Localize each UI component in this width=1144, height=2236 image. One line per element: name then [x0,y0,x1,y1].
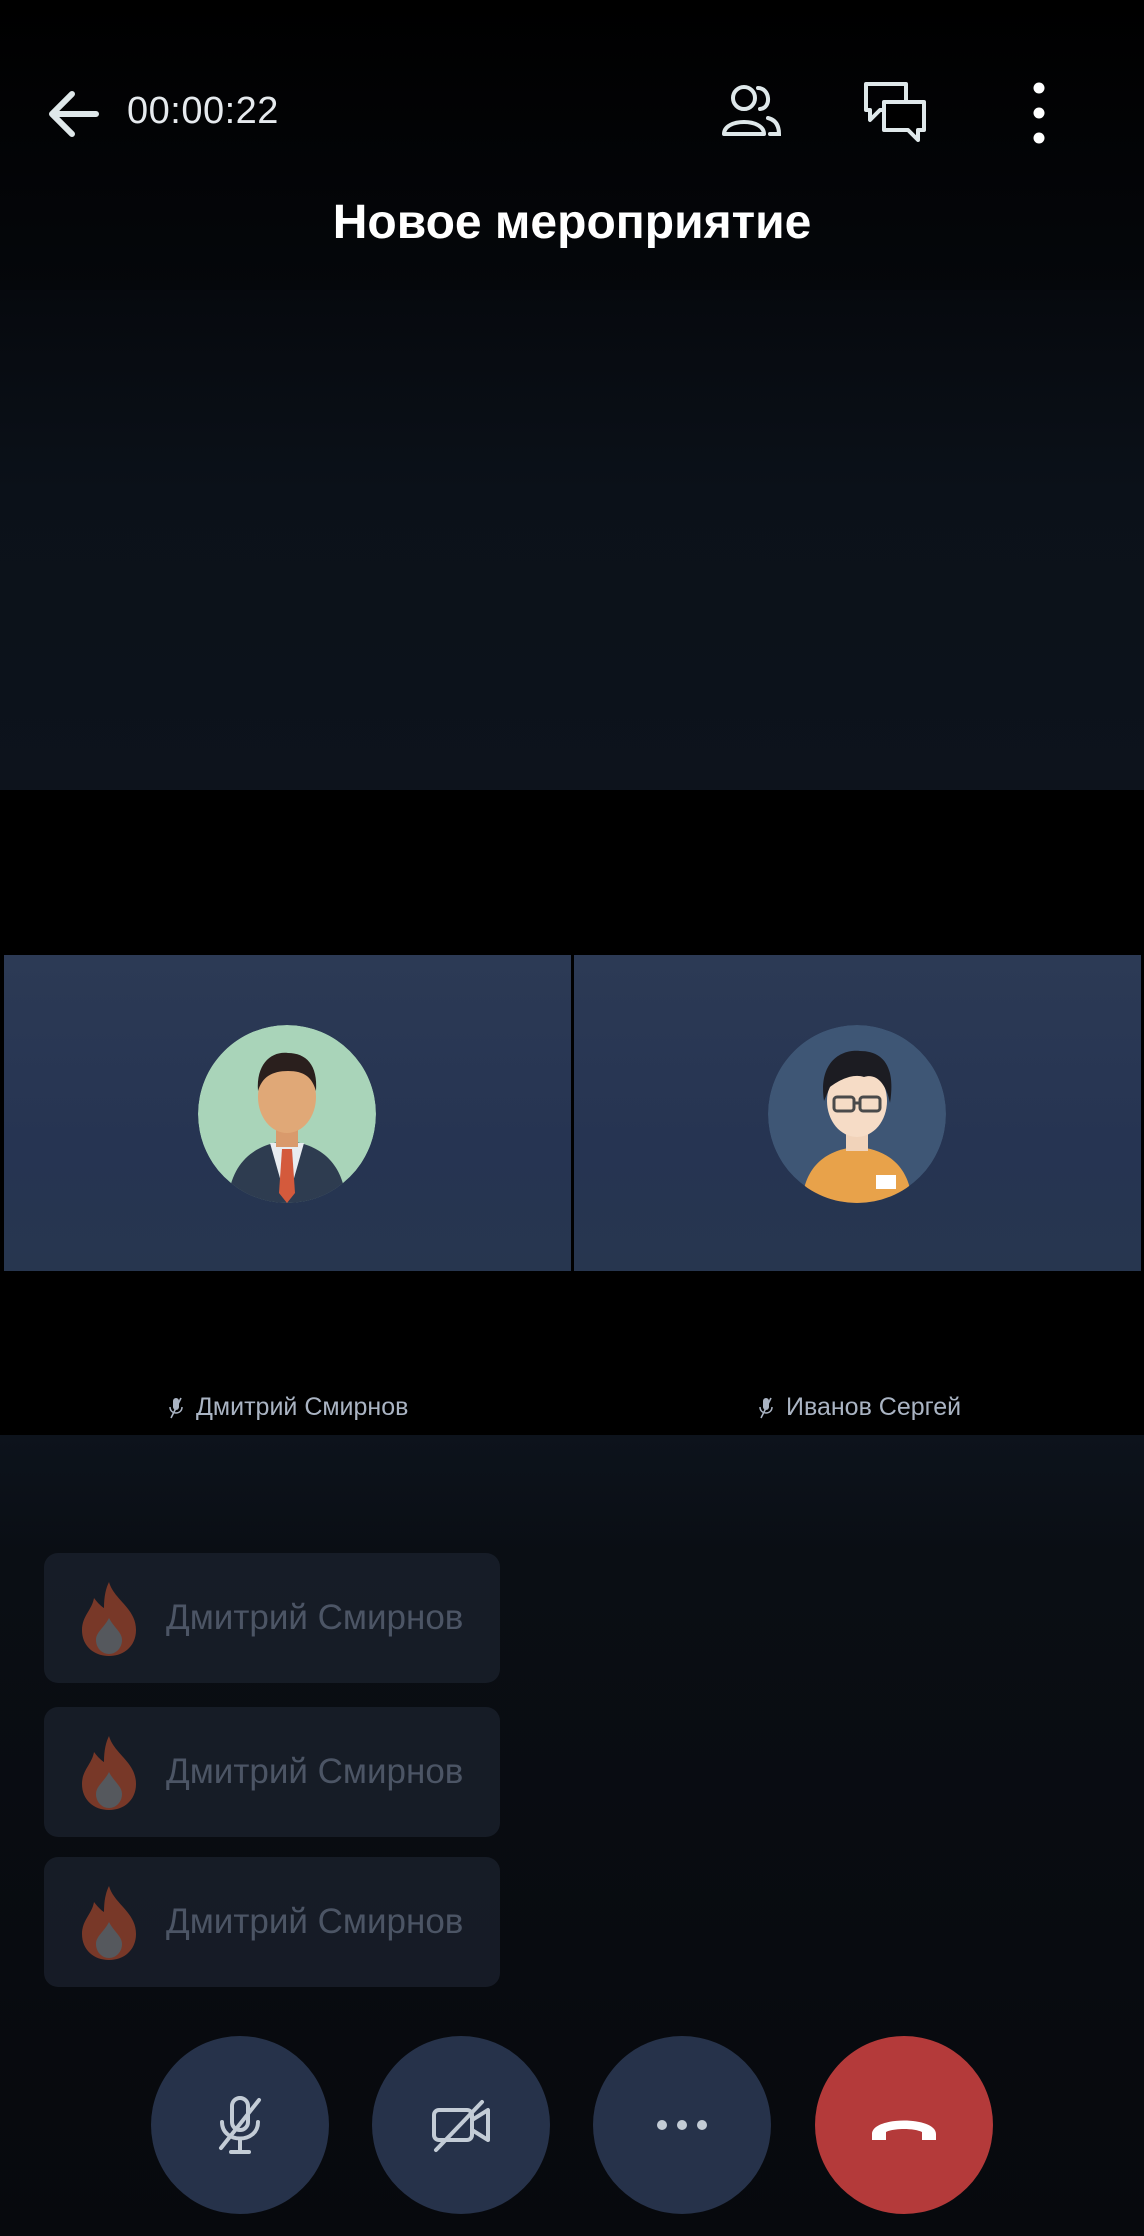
call-timer: 00:00:22 [127,90,279,132]
participant-tile[interactable] [4,955,571,1271]
fire-icon [82,1582,136,1656]
reaction-sender: Дмитрий Смирнов [166,1598,464,1637]
video-area [0,290,1144,790]
vertical-dots-icon [1033,82,1045,144]
reaction-notification: Дмитрий Смирнов [44,1857,500,1987]
participant-name-label: Иванов Сергей [758,1393,961,1422]
chat-icon [864,82,926,142]
fire-icon [82,1886,136,1960]
mic-muted-icon [219,2096,261,2154]
mic-muted-icon [759,1397,773,1418]
man-in-suit-avatar [198,1025,376,1203]
hang-up-icon [872,2120,936,2140]
participant-name-label: Дмитрий Смирнов [168,1393,408,1422]
fire-icon [82,1736,136,1810]
participant-name: Иванов Сергей [786,1393,962,1421]
participant-name: Дмитрий Смирнов [196,1393,409,1421]
more-icon [657,2120,707,2130]
reaction-sender: Дмитрий Смирнов [166,1902,464,1941]
more-menu-button[interactable] [1004,78,1074,148]
participant-tile[interactable] [574,955,1141,1271]
reaction-sender: Дмитрий Смирнов [166,1752,464,1791]
man-with-glasses-avatar [768,1025,946,1203]
mic-muted-icon [169,1397,183,1418]
chat-button[interactable] [860,78,930,148]
microphone-toggle-button[interactable] [151,2036,329,2214]
participants-icon [722,85,782,136]
arrow-left-icon [49,91,99,137]
end-call-button[interactable] [815,2036,993,2214]
back-button[interactable] [44,84,112,144]
reaction-notification: Дмитрий Смирнов [44,1707,500,1837]
more-options-button[interactable] [593,2036,771,2214]
camera-toggle-button[interactable] [372,2036,550,2214]
event-title: Новое мероприятие [332,196,812,249]
participants-button[interactable] [716,78,786,148]
reaction-notification: Дмитрий Смирнов [44,1553,500,1683]
camera-off-icon [432,2100,490,2152]
